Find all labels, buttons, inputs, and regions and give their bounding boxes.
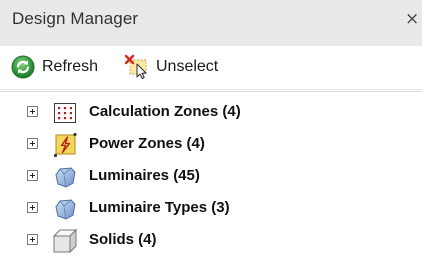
tree-item-label: Power Zones (4) bbox=[89, 135, 205, 152]
tree-item-calculation-zones[interactable]: Calculation Zones (4) bbox=[0, 97, 422, 130]
expand-icon[interactable] bbox=[27, 234, 38, 245]
tree-item-luminaires[interactable]: Luminaires (45) bbox=[0, 161, 422, 194]
toolbar: Refresh Unselect bbox=[0, 46, 422, 90]
expand-icon[interactable] bbox=[27, 138, 38, 149]
unselect-icon bbox=[124, 54, 147, 79]
design-manager-panel: Design Manager × Refresh Unselect Calcul… bbox=[0, 0, 422, 259]
expand-icon[interactable] bbox=[27, 106, 38, 117]
solid-icon bbox=[52, 228, 78, 254]
tree-item-label: Luminaires (45) bbox=[89, 167, 200, 184]
expand-icon[interactable] bbox=[27, 202, 38, 213]
unselect-button[interactable]: Unselect bbox=[124, 53, 218, 81]
tree-item-luminaire-types[interactable]: Luminaire Types (3) bbox=[0, 193, 422, 226]
calculation-zones-icon bbox=[54, 103, 76, 123]
design-tree: Calculation Zones (4) Power Zones (4) Lu… bbox=[0, 91, 422, 259]
tree-item-label: Solids (4) bbox=[89, 231, 157, 248]
refresh-label: Refresh bbox=[42, 58, 99, 75]
panel-titlebar: Design Manager × bbox=[0, 0, 422, 46]
luminaire-type-icon bbox=[55, 199, 76, 220]
tree-item-solids[interactable]: Solids (4) bbox=[0, 225, 422, 258]
expand-icon[interactable] bbox=[27, 170, 38, 181]
close-button[interactable]: × bbox=[405, 8, 422, 30]
refresh-button[interactable]: Refresh bbox=[10, 53, 98, 81]
tree-item-power-zones[interactable]: Power Zones (4) bbox=[0, 129, 422, 162]
panel-title: Design Manager bbox=[12, 9, 139, 28]
refresh-icon bbox=[11, 55, 35, 79]
unselect-label: Unselect bbox=[156, 58, 219, 75]
power-zones-icon bbox=[53, 132, 77, 158]
luminaire-icon bbox=[55, 167, 76, 188]
tree-item-label: Calculation Zones (4) bbox=[89, 103, 241, 120]
tree-item-label: Luminaire Types (3) bbox=[89, 199, 230, 216]
